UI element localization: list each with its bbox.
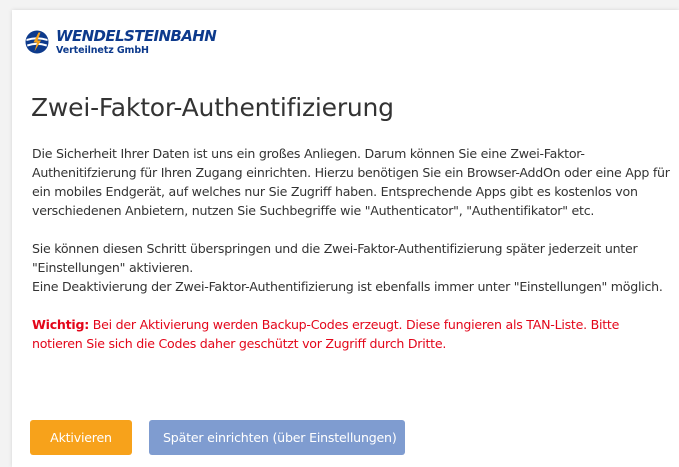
logo-text: WENDELSTEINBAHN Verteilnetz GmbH	[56, 26, 217, 56]
setup-later-button[interactable]: Später einrichten (über Einstellungen)	[149, 420, 405, 455]
activate-button[interactable]: Aktivieren	[30, 420, 132, 455]
deactivate-paragraph: Eine Deaktivierung der Zwei-Faktor-Authe…	[32, 279, 663, 294]
header: WENDELSTEINBAHN Verteilnetz GmbH	[25, 24, 217, 60]
brand-name: WENDELSTEINBAHN	[56, 26, 217, 45]
content: Die Sicherheit Ihrer Daten ist uns ein g…	[32, 144, 672, 353]
intro-paragraph: Die Sicherheit Ihrer Daten ist uns ein g…	[32, 146, 670, 218]
important-notice: Wichtig: Bei der Aktivierung werden Back…	[32, 315, 672, 353]
button-row: Aktivieren Später einrichten (über Einst…	[30, 420, 405, 455]
page-title: Zwei-Faktor-Authentifizierung	[31, 93, 394, 122]
important-text: Bei der Aktivierung werden Backup-Codes …	[32, 317, 620, 351]
page-card: WENDELSTEINBAHN Verteilnetz GmbH Zwei-Fa…	[12, 10, 679, 467]
wendelsteinbahn-logo-icon	[25, 30, 49, 54]
important-label: Wichtig:	[32, 317, 90, 332]
skip-paragraph: Sie können diesen Schritt überspringen u…	[32, 241, 638, 275]
brand-subtitle: Verteilnetz GmbH	[56, 44, 149, 56]
